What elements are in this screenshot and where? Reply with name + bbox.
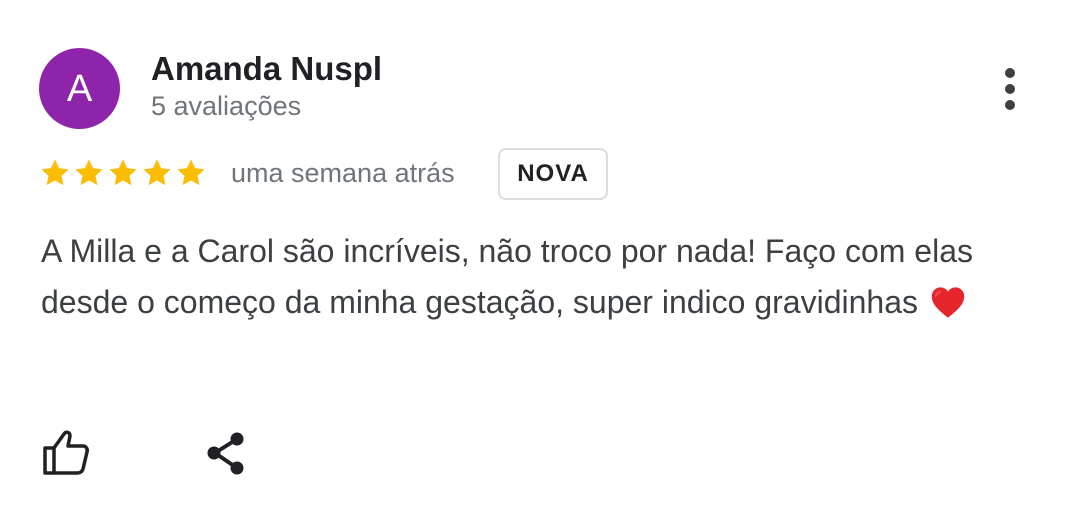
avatar[interactable]: A: [39, 48, 120, 129]
star-icon: [109, 159, 137, 186]
author-name[interactable]: Amanda Nuspl: [151, 50, 382, 88]
star-icon: [41, 159, 69, 186]
review-card: A Amanda Nuspl 5 avaliações uma semana a…: [0, 0, 1080, 518]
more-vert-icon: [1005, 68, 1015, 78]
new-badge: NOVA: [498, 148, 608, 200]
heart-emoji-icon: [931, 287, 965, 318]
review-text: A Milla e a Carol são incríveis, não tro…: [41, 226, 1031, 328]
more-options-button[interactable]: [990, 64, 1030, 114]
author-reviews-count[interactable]: 5 avaliações: [151, 91, 301, 122]
star-icon: [75, 159, 103, 186]
star-rating: [38, 156, 208, 192]
share-icon[interactable]: [202, 430, 250, 478]
review-body: A Milla e a Carol são incríveis, não tro…: [41, 233, 973, 320]
avatar-initial: A: [66, 67, 93, 110]
star-icon: [143, 159, 171, 186]
thumbs-up-icon[interactable]: [40, 428, 92, 476]
star-icon: [177, 159, 205, 186]
review-time: uma semana atrás: [231, 158, 455, 188]
